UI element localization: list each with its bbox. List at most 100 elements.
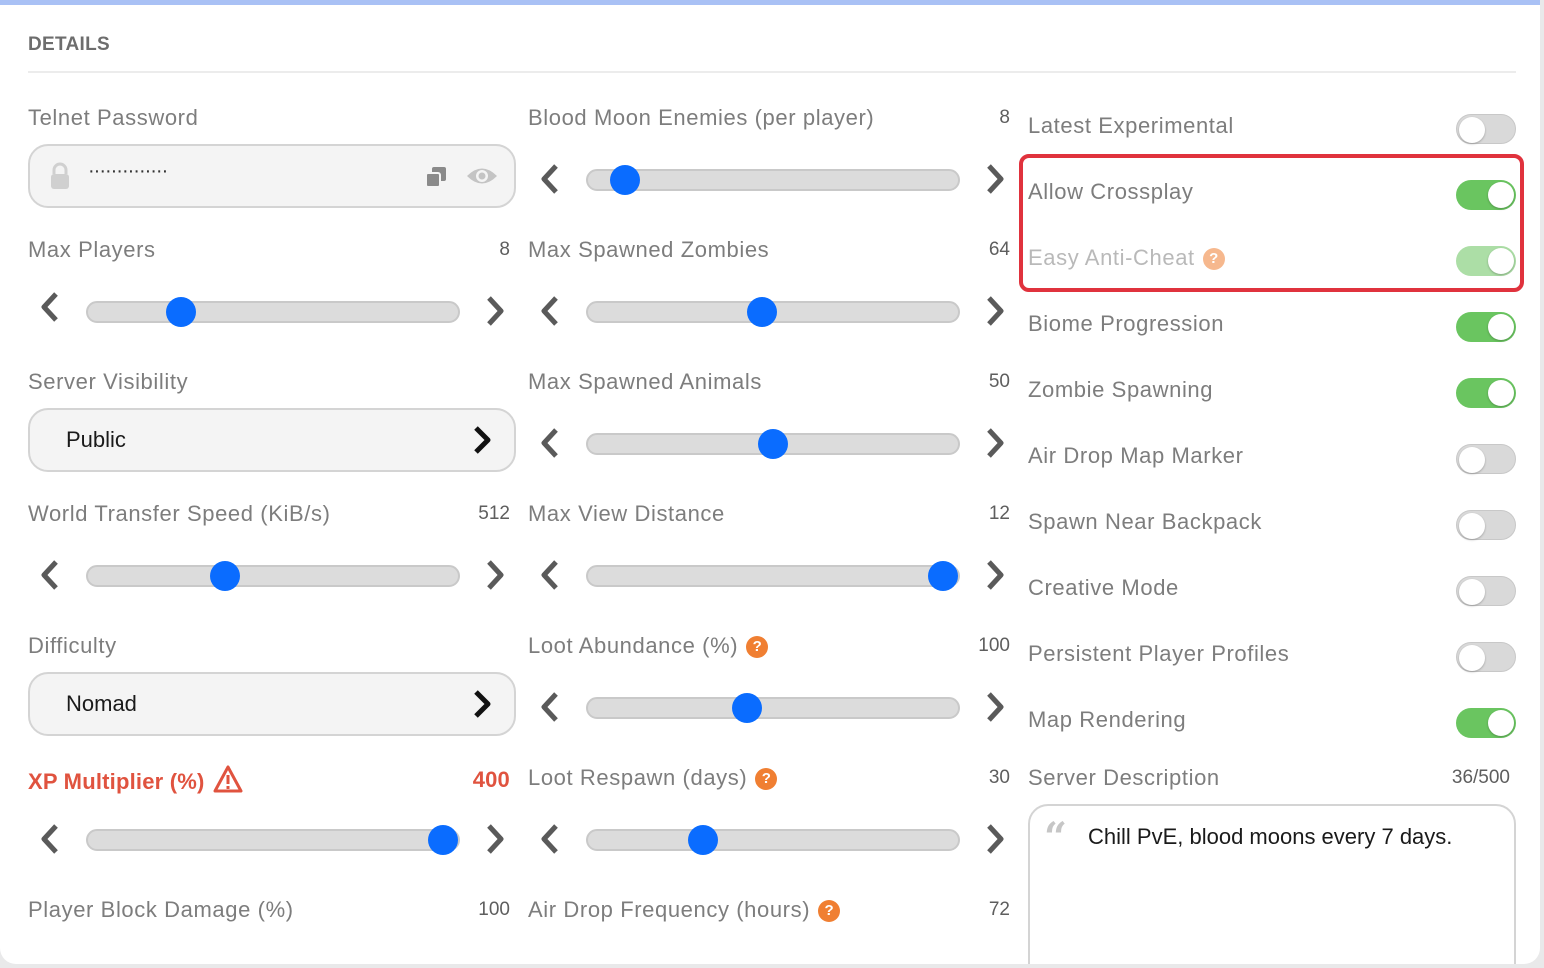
max-view-distance-decrement[interactable]: [535, 555, 565, 595]
zombie-spawning-toggle[interactable]: [1456, 378, 1516, 408]
warning-icon: [213, 765, 243, 793]
loot-respawn-increment[interactable]: [980, 819, 1010, 859]
server-description-text: Chill PvE, blood moons every 7 days.: [1088, 824, 1453, 849]
air-drop-map-marker-toggle[interactable]: [1456, 444, 1516, 474]
lock-icon: [51, 162, 69, 189]
max-players-slider[interactable]: [86, 297, 460, 327]
latest-experimental-toggle[interactable]: [1456, 114, 1516, 144]
slider-thumb[interactable]: [928, 561, 959, 591]
toggle-knob: [1459, 447, 1485, 473]
player-block-damage-label: Player Block Damage (%): [28, 897, 294, 922]
max-spawned-zombies-decrement[interactable]: [535, 291, 565, 331]
max-players-decrement[interactable]: [35, 287, 65, 327]
loot-abundance-value: 100: [978, 635, 1010, 656]
difficulty-select[interactable]: Nomad: [28, 672, 516, 736]
world-transfer-speed-slider[interactable]: [86, 561, 460, 591]
blood-moon-enemies-increment[interactable]: [980, 159, 1010, 199]
server-description-label: Server Description: [1028, 765, 1220, 790]
details-panel: DETAILS Telnet Password ·············· M…: [0, 0, 1540, 964]
loot-respawn-slider[interactable]: [586, 825, 960, 855]
creative-mode-label: Creative Mode: [1028, 575, 1179, 600]
max-spawned-animals-decrement[interactable]: [535, 423, 565, 463]
map-rendering-label: Map Rendering: [1028, 707, 1187, 732]
chevron-left-icon: [541, 164, 558, 194]
xp-multiplier-label: XP Multiplier (%): [28, 765, 243, 795]
latest-experimental-label: Latest Experimental: [1028, 113, 1234, 138]
world-transfer-speed-increment[interactable]: [480, 555, 510, 595]
slider-thumb[interactable]: [428, 825, 459, 855]
toggle-knob: [1488, 710, 1514, 736]
slider-thumb[interactable]: [687, 825, 718, 855]
max-view-distance-increment[interactable]: [980, 555, 1010, 595]
help-icon[interactable]: ?: [755, 768, 778, 790]
persistent-player-profiles-label: Persistent Player Profiles: [1028, 641, 1290, 666]
chevron-right-icon: [987, 428, 1004, 458]
loot-abundance-increment[interactable]: [980, 687, 1010, 727]
loot-abundance-slider[interactable]: [586, 693, 960, 723]
xp-multiplier-slider[interactable]: [86, 825, 460, 855]
chevron-right-icon: [487, 296, 504, 326]
difficulty-label: Difficulty: [28, 633, 117, 658]
chevron-right-icon: [487, 824, 504, 854]
biome-progression-label: Biome Progression: [1028, 311, 1225, 336]
loot-abundance-decrement[interactable]: [535, 687, 565, 727]
eye-icon[interactable]: [466, 165, 498, 187]
max-spawned-animals-label: Max Spawned Animals: [528, 369, 762, 394]
max-view-distance-slider[interactable]: [586, 561, 960, 591]
chevron-left-icon: [41, 292, 58, 322]
toggle-knob: [1488, 380, 1514, 406]
chevron-left-icon: [541, 296, 558, 326]
max-spawned-animals-increment[interactable]: [980, 423, 1010, 463]
chevron-right-icon: [474, 426, 491, 454]
max-spawned-animals-value: 50: [988, 371, 1010, 392]
blood-moon-enemies-slider[interactable]: [586, 165, 960, 195]
persistent-player-profiles-toggle[interactable]: [1456, 642, 1516, 672]
chevron-left-icon: [541, 692, 558, 722]
loot-respawn-value: 30: [988, 767, 1010, 788]
chevron-right-icon: [987, 296, 1004, 326]
highlight-box: [1019, 154, 1524, 292]
server-visibility-value: Public: [66, 427, 126, 452]
chevron-right-icon: [987, 824, 1004, 854]
xp-multiplier-increment[interactable]: [480, 819, 510, 859]
loot-abundance-label-text: Loot Abundance (%): [528, 633, 739, 658]
world-transfer-speed-value: 512: [478, 503, 510, 524]
max-spawned-zombies-increment[interactable]: [980, 291, 1010, 331]
copy-icon[interactable]: [423, 164, 449, 190]
zombie-spawning-label: Zombie Spawning: [1028, 377, 1214, 402]
server-visibility-select[interactable]: Public: [28, 408, 516, 472]
spawn-near-backpack-label: Spawn Near Backpack: [1028, 509, 1262, 534]
loot-respawn-decrement[interactable]: [535, 819, 565, 859]
spawn-near-backpack-toggle[interactable]: [1456, 510, 1516, 540]
xp-multiplier-label-text: XP Multiplier (%): [28, 769, 205, 794]
loot-respawn-label-text: Loot Respawn (days): [528, 765, 748, 790]
server-description-input[interactable]: “ Chill PvE, blood moons every 7 days.: [1028, 804, 1516, 964]
slider-thumb[interactable]: [732, 693, 763, 723]
toggle-knob: [1488, 314, 1514, 340]
chevron-right-icon: [487, 560, 504, 590]
difficulty-value: Nomad: [66, 691, 137, 716]
blood-moon-enemies-decrement[interactable]: [535, 159, 565, 199]
quote-icon: “: [1044, 814, 1068, 861]
max-spawned-animals-slider[interactable]: [586, 429, 960, 459]
slider-thumb[interactable]: [165, 297, 196, 327]
max-players-label: Max Players: [28, 237, 156, 262]
help-icon[interactable]: ?: [818, 900, 841, 922]
air-drop-map-marker-label: Air Drop Map Marker: [1028, 443, 1244, 468]
biome-progression-toggle[interactable]: [1456, 312, 1516, 342]
loot-abundance-label: Loot Abundance (%)?: [528, 633, 769, 659]
slider-thumb[interactable]: [758, 429, 788, 459]
help-icon[interactable]: ?: [746, 636, 769, 658]
telnet-password-field[interactable]: ··············: [28, 144, 516, 208]
map-rendering-toggle[interactable]: [1456, 708, 1516, 738]
world-transfer-speed-decrement[interactable]: [35, 555, 65, 595]
slider-thumb[interactable]: [746, 297, 777, 327]
slider-thumb[interactable]: [610, 165, 640, 195]
chevron-right-icon: [987, 692, 1004, 722]
chevron-right-icon: [474, 690, 491, 718]
max-spawned-zombies-slider[interactable]: [586, 297, 960, 327]
creative-mode-toggle[interactable]: [1456, 576, 1516, 606]
xp-multiplier-decrement[interactable]: [35, 819, 65, 859]
max-players-increment[interactable]: [480, 291, 510, 331]
slider-thumb[interactable]: [209, 561, 240, 591]
